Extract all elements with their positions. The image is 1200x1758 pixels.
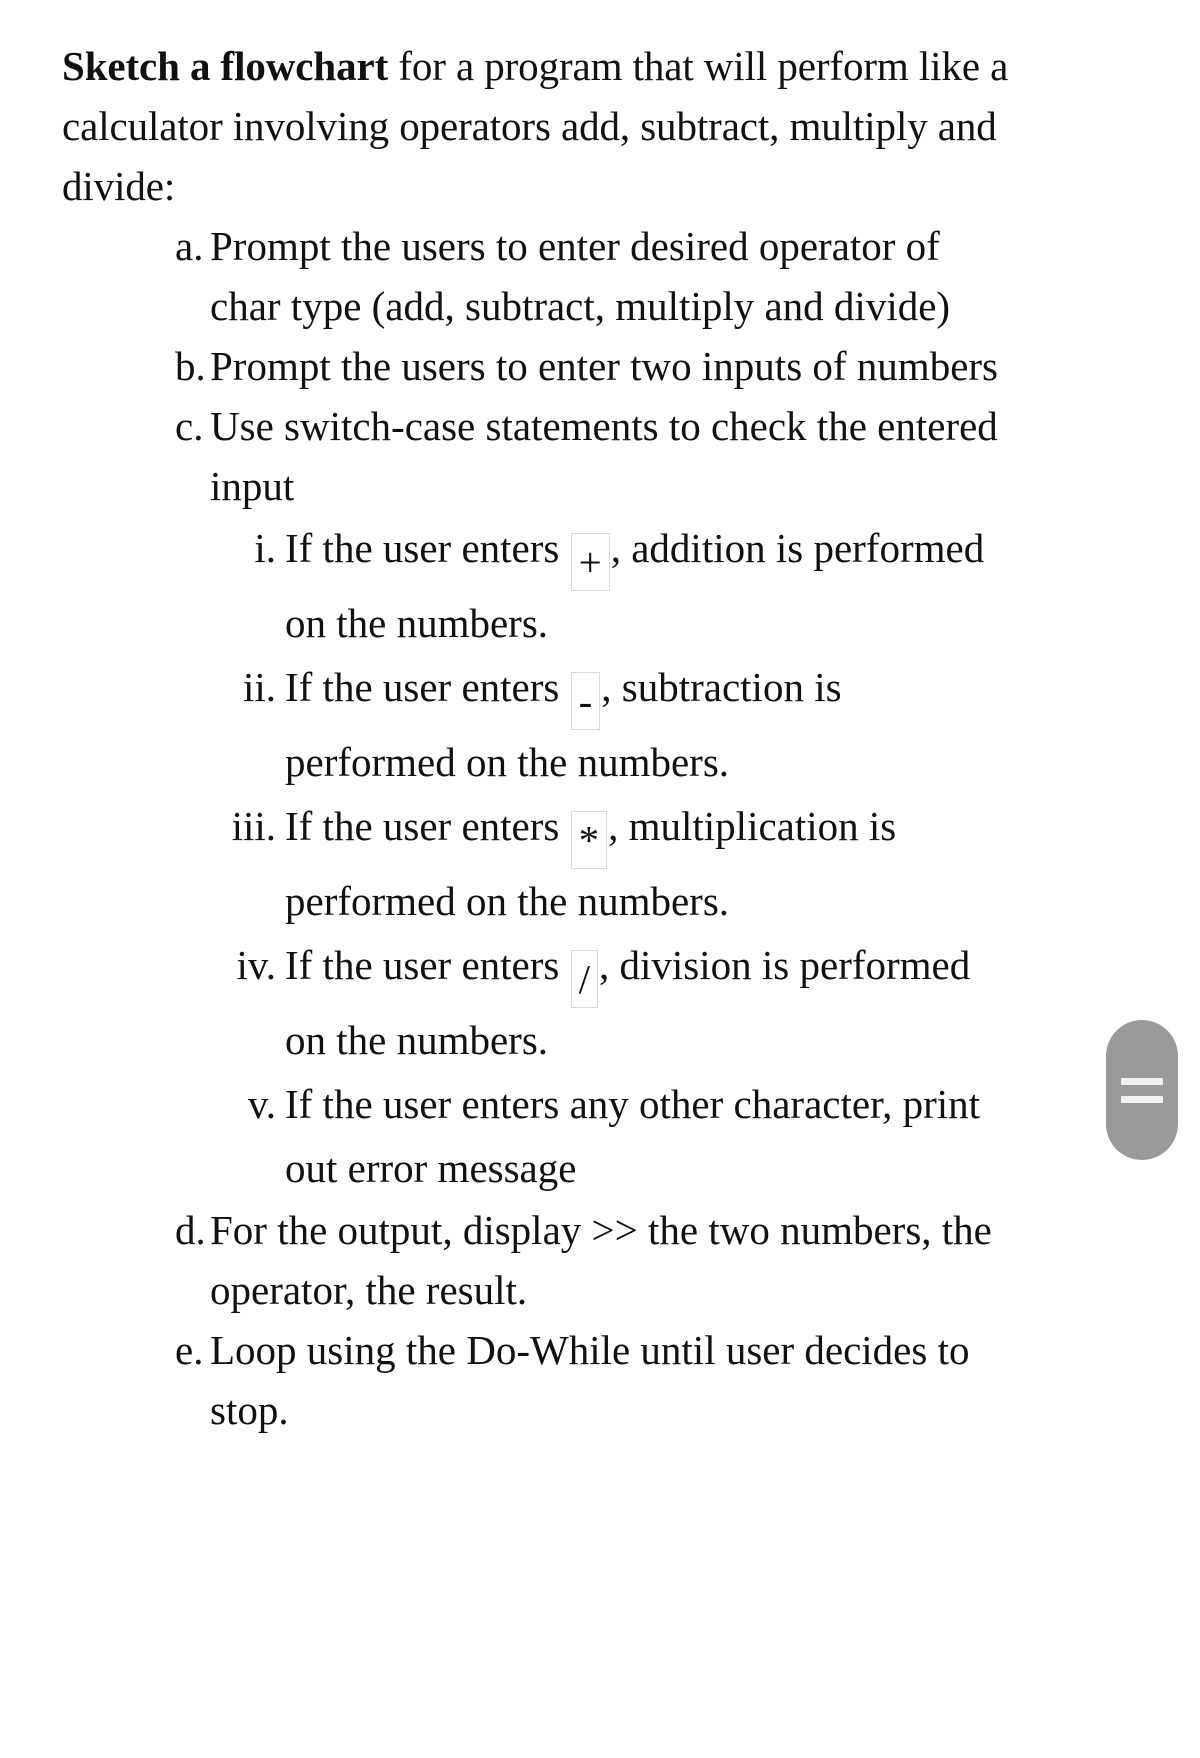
sub-list-marker-v: v. [247,1081,276,1127]
list-marker-a: a. [175,223,204,269]
list-item-text-d: For the output, display >> the two numbe… [210,1207,992,1313]
document-page: Sketch a flowchart for a program that wi… [0,0,1200,1758]
list-item: c. Use switch-case statements to check t… [62,396,1010,1200]
list-marker-c: c. [175,403,204,449]
document-body: Sketch a flowchart for a program that wi… [0,36,1010,1440]
instruction-list: a. Prompt the users to enter desired ope… [62,216,1010,1440]
list-item-text-c: Use switch-case statements to check the … [210,403,998,509]
sub-list-marker-iii: iii. [231,803,276,849]
sub-list-marker-i: i. [254,525,276,571]
list-item: b. Prompt the users to enter two inputs … [62,336,1010,396]
list-item: d. For the output, display >> the two nu… [62,1200,1010,1320]
grip-line-icon [1121,1077,1163,1085]
sub-list-item: iii. If the user enters *, multiplicatio… [210,794,1010,933]
sub-list-item-text-v: If the user enters any other character, … [285,1081,981,1191]
operator-box-asterisk[interactable]: * [570,811,608,869]
scrollbar-drag-handle[interactable] [1106,1020,1178,1160]
sub-item-prefix: If the user enters [285,803,570,849]
intro-paragraph: Sketch a flowchart for a program that wi… [62,36,1010,216]
sub-item-prefix: If the user enters [285,664,570,710]
sub-list-item-text-iii: If the user enters *, multiplication is … [285,794,1010,933]
sub-list-item-text-i: If the user enters +, addition is perfor… [285,516,1010,655]
operator-box-minus[interactable]: - [570,672,601,730]
sub-list-item-text-ii: If the user enters -, subtraction is per… [285,655,1010,794]
list-marker-b: b. [175,343,206,389]
list-item-text-a: Prompt the users to enter desired operat… [210,223,951,329]
sub-item-prefix: If the user enters [285,525,570,571]
sub-list-marker-iv: iv. [236,942,276,988]
sub-list-item: v. If the user enters any other characte… [210,1072,1010,1200]
list-item-text-e: Loop using the Do-While until user decid… [210,1327,970,1433]
operator-box-slash[interactable]: / [570,950,599,1008]
sub-instruction-list: i. If the user enters +, addition is per… [210,516,1010,1200]
sub-item-prefix: If the user enters [285,942,570,988]
list-marker-e: e. [175,1327,204,1373]
sub-list-marker-ii: ii. [242,664,276,710]
operator-box-plus[interactable]: + [570,533,610,591]
sub-list-item: i. If the user enters +, addition is per… [210,516,1010,655]
intro-bold-lead: Sketch a flowchart [62,43,389,89]
grip-line-icon [1121,1095,1163,1103]
list-item: e. Loop using the Do-While until user de… [62,1320,1010,1440]
sub-list-item: iv. If the user enters /, division is pe… [210,933,1010,1072]
sub-list-item: ii. If the user enters -, subtraction is… [210,655,1010,794]
list-item-text-b: Prompt the users to enter two inputs of … [210,343,999,389]
list-marker-d: d. [175,1207,206,1253]
list-item: a. Prompt the users to enter desired ope… [62,216,1010,336]
sub-list-item-text-iv: If the user enters /, division is perfor… [285,933,1010,1072]
